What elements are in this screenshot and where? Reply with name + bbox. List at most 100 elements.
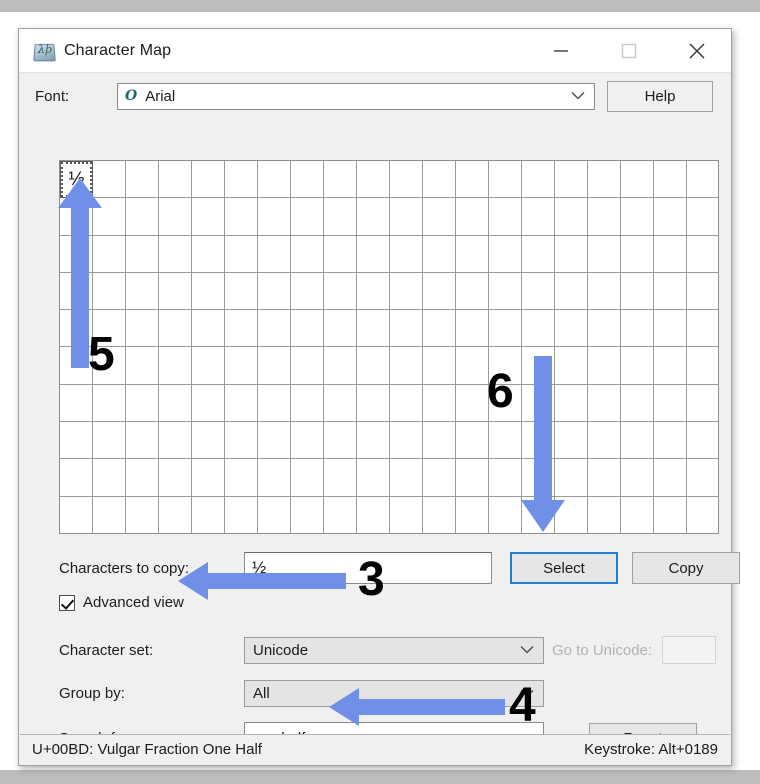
char-cell[interactable]	[225, 347, 258, 385]
char-cell[interactable]	[126, 496, 159, 533]
maximize-button[interactable]	[601, 29, 657, 72]
char-cell[interactable]	[687, 272, 718, 311]
char-cell[interactable]	[621, 384, 654, 423]
char-cell[interactable]	[291, 384, 324, 423]
char-cell[interactable]	[126, 422, 159, 460]
char-cell[interactable]	[423, 272, 456, 311]
char-cell[interactable]	[192, 310, 225, 348]
char-cell[interactable]	[588, 161, 621, 199]
char-cell[interactable]	[654, 272, 687, 311]
char-cell[interactable]	[324, 198, 357, 236]
char-cell[interactable]	[126, 161, 159, 199]
char-cell[interactable]	[258, 496, 291, 533]
char-cell[interactable]	[555, 310, 588, 348]
char-cell[interactable]	[489, 161, 522, 199]
char-cell[interactable]	[588, 496, 621, 533]
char-cell[interactable]	[192, 422, 225, 460]
char-cell[interactable]	[423, 496, 456, 533]
char-cell[interactable]	[357, 422, 390, 460]
char-cell[interactable]	[687, 422, 718, 460]
char-cell[interactable]	[324, 459, 357, 497]
char-cell[interactable]	[357, 310, 390, 348]
char-cell[interactable]	[654, 198, 687, 236]
char-cell[interactable]	[93, 384, 126, 423]
char-cell[interactable]	[60, 422, 93, 460]
char-cell[interactable]	[93, 496, 126, 533]
char-cell[interactable]	[357, 384, 390, 423]
char-cell[interactable]	[291, 347, 324, 385]
char-cell[interactable]	[192, 347, 225, 385]
char-cell[interactable]	[159, 496, 192, 533]
close-button[interactable]	[669, 29, 725, 72]
char-cell[interactable]	[621, 272, 654, 311]
char-cell[interactable]	[258, 235, 291, 273]
char-cell[interactable]	[126, 459, 159, 497]
char-cell[interactable]	[588, 384, 621, 423]
char-cell[interactable]	[489, 496, 522, 533]
char-cell[interactable]	[258, 459, 291, 497]
char-cell[interactable]	[225, 272, 258, 311]
char-cell[interactable]	[192, 198, 225, 236]
char-cell[interactable]	[324, 161, 357, 199]
char-cell[interactable]	[159, 310, 192, 348]
character-set-combobox[interactable]: Unicode	[244, 636, 544, 664]
char-cell[interactable]	[225, 459, 258, 497]
select-button[interactable]: Select	[510, 552, 618, 584]
char-cell[interactable]	[60, 384, 93, 423]
char-cell[interactable]	[588, 422, 621, 460]
char-cell[interactable]	[126, 198, 159, 236]
char-cell[interactable]	[555, 272, 588, 311]
char-cell[interactable]	[654, 161, 687, 199]
char-cell[interactable]	[357, 459, 390, 497]
char-cell[interactable]	[258, 272, 291, 311]
char-cell[interactable]	[687, 459, 718, 497]
char-cell[interactable]	[225, 384, 258, 423]
char-cell[interactable]	[390, 347, 423, 385]
char-cell[interactable]	[390, 198, 423, 236]
char-cell[interactable]	[291, 272, 324, 311]
char-cell[interactable]	[390, 422, 423, 460]
char-cell[interactable]	[225, 422, 258, 460]
char-cell[interactable]	[522, 272, 555, 311]
char-cell[interactable]	[258, 161, 291, 199]
char-cell[interactable]	[456, 347, 489, 385]
char-cell[interactable]	[588, 235, 621, 273]
char-cell[interactable]	[258, 384, 291, 423]
char-cell[interactable]	[192, 384, 225, 423]
char-cell[interactable]	[456, 384, 489, 423]
char-cell[interactable]	[555, 235, 588, 273]
char-cell[interactable]	[489, 235, 522, 273]
char-cell[interactable]	[357, 496, 390, 533]
char-cell[interactable]	[258, 422, 291, 460]
char-cell[interactable]	[654, 496, 687, 533]
char-cell[interactable]	[687, 235, 718, 273]
char-cell[interactable]	[522, 161, 555, 199]
char-cell[interactable]	[291, 235, 324, 273]
char-cell[interactable]	[159, 459, 192, 497]
char-cell[interactable]	[291, 459, 324, 497]
char-cell[interactable]	[225, 198, 258, 236]
char-cell[interactable]	[291, 161, 324, 199]
char-cell[interactable]	[489, 272, 522, 311]
char-cell[interactable]	[621, 422, 654, 460]
char-cell[interactable]	[456, 198, 489, 236]
char-cell[interactable]	[423, 198, 456, 236]
char-cell[interactable]	[192, 235, 225, 273]
char-cell[interactable]	[423, 459, 456, 497]
char-cell[interactable]	[489, 310, 522, 348]
char-cell[interactable]	[159, 198, 192, 236]
char-cell[interactable]	[126, 384, 159, 423]
char-cell[interactable]	[423, 161, 456, 199]
char-cell[interactable]	[93, 422, 126, 460]
char-cell[interactable]	[159, 422, 192, 460]
char-cell[interactable]	[522, 310, 555, 348]
char-cell[interactable]	[192, 496, 225, 533]
char-cell[interactable]	[456, 310, 489, 348]
char-cell[interactable]	[621, 347, 654, 385]
char-cell[interactable]	[357, 347, 390, 385]
char-cell[interactable]	[159, 235, 192, 273]
char-cell[interactable]	[456, 459, 489, 497]
char-cell[interactable]	[588, 272, 621, 311]
char-cell[interactable]	[357, 272, 390, 311]
char-cell[interactable]	[93, 459, 126, 497]
